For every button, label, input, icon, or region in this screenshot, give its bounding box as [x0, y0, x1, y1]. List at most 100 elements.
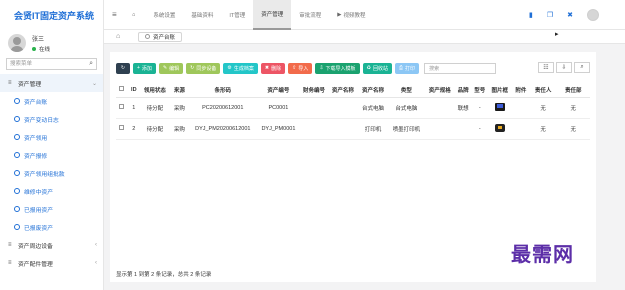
printer-image-icon[interactable] [494, 123, 505, 132]
sidebar-subitem-label: 已报用资产 [24, 207, 53, 214]
delete-button[interactable]: ✖ 删除 [260, 62, 286, 74]
hamburger-icon[interactable]: ≡ [112, 10, 124, 19]
user-name: 张三 [32, 36, 45, 43]
user-panel: 张三 在线 [0, 30, 103, 56]
list-icon: ≡ [8, 260, 12, 266]
cell-brand: 联想 [454, 97, 472, 119]
cell-name1 [327, 118, 359, 140]
tab-label: 资产台账 [153, 34, 176, 41]
add-button[interactable]: + 添加 [133, 62, 156, 74]
sidebar-subitem-label: 资产变动日志 [24, 117, 59, 124]
chevron-left-icon: ‹ [95, 242, 97, 248]
chevron-left-icon: ‹ [95, 260, 97, 266]
sidebar-subitem-receive[interactable]: 资产领用 [0, 128, 103, 146]
column-header[interactable]: 型号 [471, 83, 488, 98]
gear-icon: ⚙ [227, 65, 232, 71]
generate-archive-button[interactable]: ⚙ 生成档案 [223, 62, 258, 74]
sidebar-search-input[interactable] [7, 59, 87, 69]
nav-tab-home[interactable]: ⌂ [124, 0, 145, 30]
circle-icon [14, 98, 20, 104]
sidebar-subitem-label: 资产领用组批款 [24, 171, 65, 178]
column-header[interactable]: 资产编号 [256, 83, 301, 98]
column-header[interactable]: 附件 [512, 83, 530, 98]
table-row[interactable]: 2 待分配 采购 DYJ_PM20200612001 DYJ_PM0001 打印… [116, 118, 590, 140]
column-header[interactable]: 资产名称 [358, 83, 388, 98]
download-template-button[interactable]: ⇩ 下载导入模板 [315, 62, 360, 74]
sidebar-subitem-label: 资产报修 [24, 153, 48, 160]
column-header[interactable]: 领用状态 [140, 83, 170, 98]
cell-attach [512, 118, 530, 140]
sidebar: 会贤IT固定资产系统 张三 在线 ⌕ ≡ 资产管理 ⌄ 资产台账 [0, 0, 104, 290]
recycle-bin-button[interactable]: ♻ 回收站 [362, 62, 393, 74]
export-icon[interactable]: ⇩ [556, 62, 572, 73]
search-icon[interactable]: ⌕ [574, 62, 590, 73]
sidebar-subitem-repair[interactable]: 资产报修 [0, 146, 103, 164]
sync-device-button[interactable]: ↻ 同步设备 [186, 62, 221, 74]
column-header[interactable]: 类型 [387, 83, 426, 98]
circle-icon [14, 116, 20, 122]
cell-barcode: DYJ_PM20200612001 [189, 118, 257, 140]
sidebar-subitem-in-repair[interactable]: 维修中资产 [0, 182, 103, 200]
table-row[interactable]: 1 待分配 采购 PC20200612001 PC0001 台式电脑 台式电脑 … [116, 97, 590, 119]
cell-image[interactable] [487, 97, 512, 119]
nav-tab-it[interactable]: IT管理 [221, 0, 253, 30]
row-checkbox[interactable] [116, 97, 128, 119]
column-header[interactable]: 资产名称 [327, 83, 359, 98]
cell-owner: 无 [529, 118, 557, 140]
nav-tab-approval[interactable]: 审批流程 [291, 0, 329, 30]
sidebar-item-asset-management[interactable]: ≡ 资产管理 ⌄ [0, 74, 103, 92]
sidebar-item-peripherals[interactable]: ≡ 资产周边设备 ‹ [0, 236, 103, 254]
copy-icon[interactable]: ❐ [547, 11, 553, 19]
home-icon[interactable]: ⌂ [116, 33, 130, 40]
columns-icon[interactable]: ☷ [538, 62, 554, 73]
user-status: 在线 [32, 45, 50, 53]
column-header[interactable]: 图片框 [487, 83, 512, 98]
sidebar-subitem-scrapped[interactable]: 已报废资产 [0, 218, 103, 236]
cell-model: - [471, 97, 488, 119]
print-button[interactable]: ⎙ 打印 [395, 62, 420, 74]
sidebar-subitem-batch[interactable]: 资产领用组批款 [0, 164, 103, 182]
search-icon[interactable]: ⌕ [89, 60, 93, 68]
sidebar-item-accessories[interactable]: ≡ 资产配件管理 ‹ [0, 254, 103, 272]
tab-asset-ledger[interactable]: 资产台账 [138, 31, 183, 42]
sidebar-subitem-ledger[interactable]: 资产台账 [0, 92, 103, 110]
circle-icon [145, 34, 150, 39]
select-all-checkbox[interactable] [116, 83, 128, 98]
edit-button[interactable]: ✎ 编辑 [158, 62, 184, 74]
list-icon: ≡ [8, 80, 12, 86]
column-header[interactable]: 来源 [169, 83, 190, 98]
trash-icon[interactable]: ▮ [529, 11, 533, 19]
pencil-icon: ✎ [162, 65, 168, 71]
button-label: 添加 [141, 65, 152, 72]
fullscreen-icon[interactable]: ✖ [567, 11, 573, 19]
nav-tab-settings[interactable]: 系统设置 [145, 0, 183, 30]
online-status-icon [32, 46, 36, 51]
cell-image[interactable] [487, 118, 512, 140]
app-root: 会贤IT固定资产系统 张三 在线 ⌕ ≡ 资产管理 ⌄ 资产台账 [0, 0, 625, 290]
column-header[interactable]: 责任部 [556, 83, 590, 98]
avatar[interactable] [8, 34, 26, 52]
nav-tab-video[interactable]: ▶ 视频教程 [329, 0, 373, 30]
column-header[interactable]: 责任人 [529, 83, 557, 98]
sidebar-item-label: 资产配件管理 [18, 261, 53, 268]
refresh-icon: ↻ [120, 65, 126, 71]
sidebar-subitem-used[interactable]: 已报用资产 [0, 200, 103, 218]
page-tab-bar: ⌂ 资产台账 [104, 30, 625, 44]
computer-image-icon[interactable] [494, 102, 505, 111]
column-header[interactable]: ID [127, 83, 141, 98]
table-search-input[interactable]: 搜索 [424, 62, 497, 74]
cell-status: 待分配 [140, 118, 170, 140]
nav-tab-asset[interactable]: 资产管理 [253, 0, 292, 30]
column-header[interactable]: 资产规格 [425, 83, 455, 98]
column-header[interactable]: 财务编号 [300, 83, 328, 98]
import-button[interactable]: ⇧ 导入 [288, 62, 313, 74]
avatar[interactable] [587, 8, 599, 21]
refresh-button[interactable]: ↻ [116, 62, 130, 74]
row-checkbox[interactable] [116, 118, 128, 140]
nav-tab-basic-data[interactable]: 基础资料 [183, 0, 221, 30]
cell-spec [425, 118, 455, 140]
column-header[interactable]: 品牌 [454, 83, 472, 98]
sidebar-subitem-change-log[interactable]: 资产变动日志 [0, 110, 103, 128]
cell-status: 待分配 [140, 97, 170, 119]
column-header[interactable]: 条形码 [189, 83, 257, 98]
